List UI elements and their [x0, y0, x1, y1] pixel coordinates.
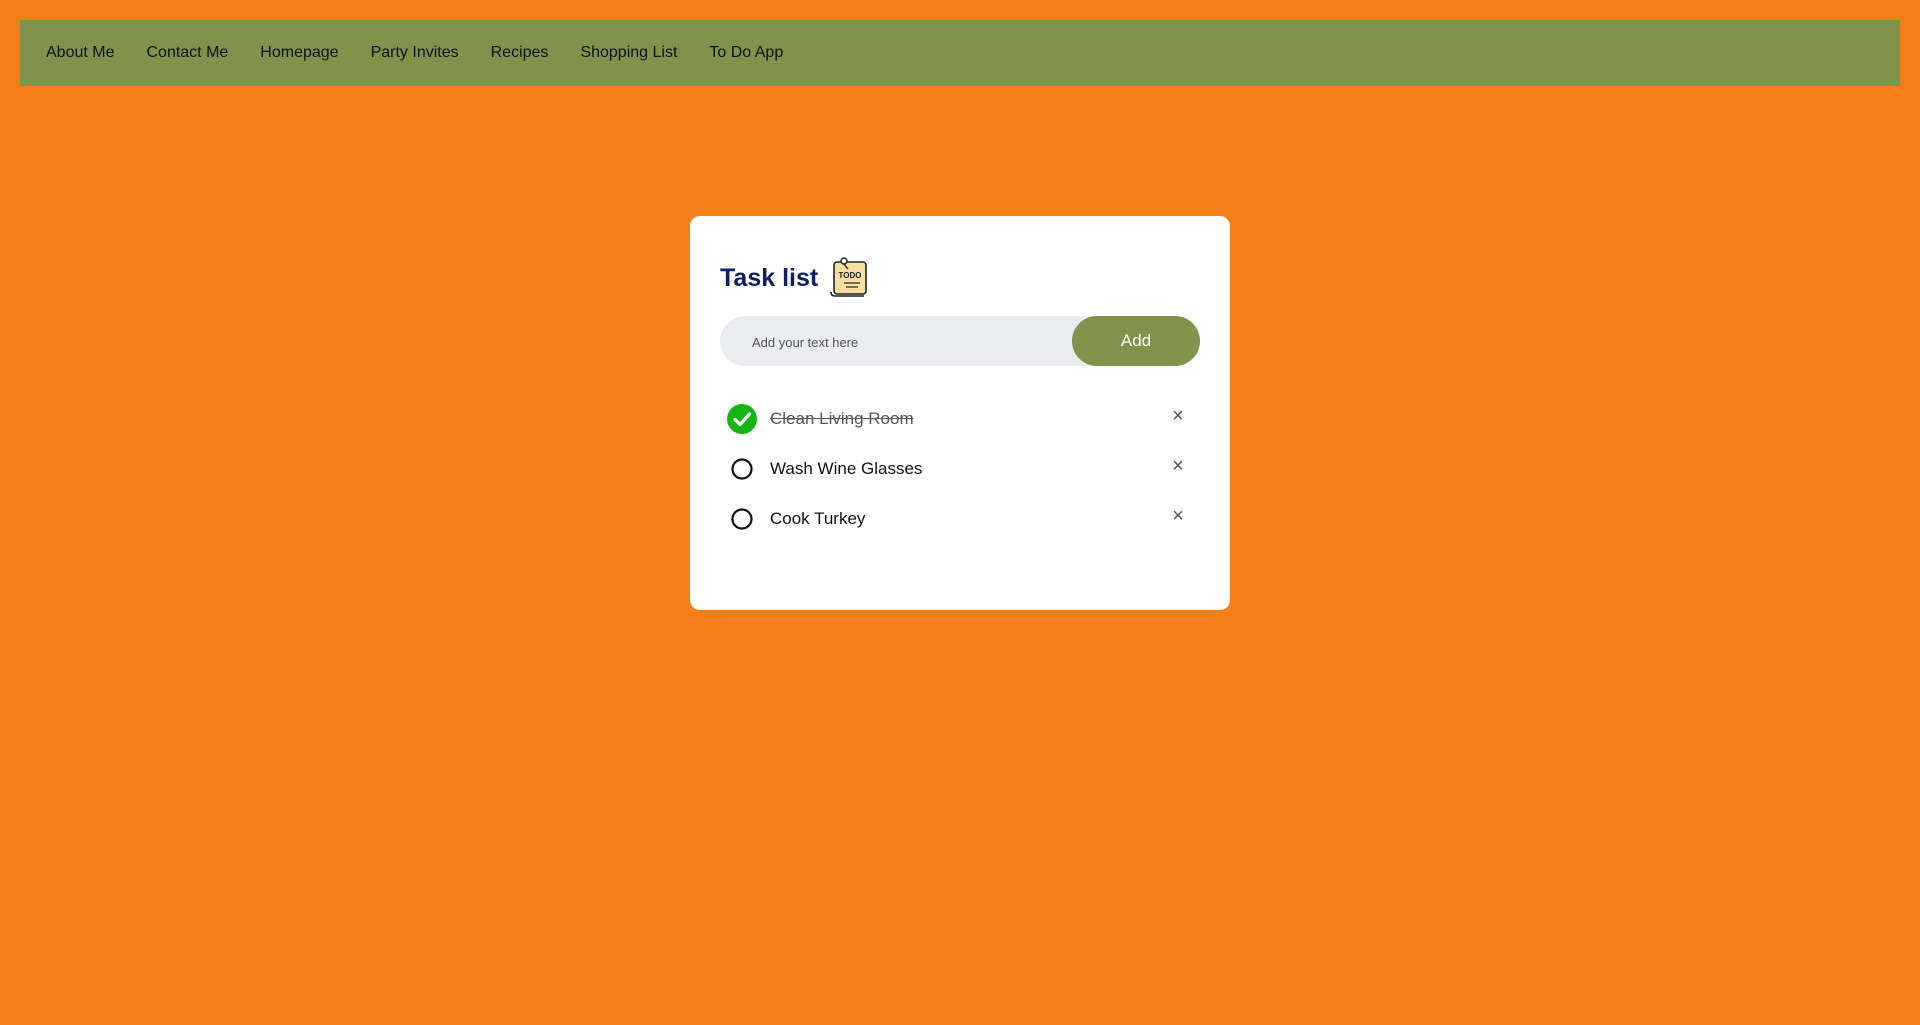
- nav-link-about-me[interactable]: About Me: [46, 44, 114, 62]
- nav-link-contact-me[interactable]: Contact Me: [146, 44, 228, 62]
- unchecked-circle-icon[interactable]: [727, 454, 757, 484]
- svg-text:TODO: TODO: [839, 271, 862, 280]
- nav-link-party-invites[interactable]: Party Invites: [371, 44, 459, 62]
- delete-task-icon[interactable]: ×: [1166, 454, 1190, 478]
- task-input-row: Add: [720, 316, 1200, 368]
- delete-task-icon[interactable]: ×: [1166, 504, 1190, 528]
- task-input[interactable]: [750, 316, 1064, 368]
- task-label: Clean Living Room: [770, 409, 914, 428]
- task-item[interactable]: Wash Wine Glasses ×: [720, 444, 1200, 494]
- task-item[interactable]: Clean Living Room ×: [720, 394, 1200, 444]
- task-list: Clean Living Room × Wash Wine Glasses × …: [720, 394, 1200, 544]
- unchecked-circle-icon[interactable]: [727, 504, 757, 534]
- card-header: Task list TODO: [720, 256, 1200, 300]
- task-item[interactable]: Cook Turkey ×: [720, 494, 1200, 544]
- task-label: Cook Turkey: [770, 509, 866, 528]
- top-navbar: About Me Contact Me Homepage Party Invit…: [20, 20, 1900, 86]
- nav-link-shopping-list[interactable]: Shopping List: [580, 44, 677, 62]
- delete-task-icon[interactable]: ×: [1166, 404, 1190, 428]
- task-list-card: Task list TODO Add Clean L: [690, 216, 1230, 610]
- checked-circle-icon[interactable]: [727, 404, 757, 434]
- task-label: Wash Wine Glasses: [770, 459, 923, 478]
- nav-link-homepage[interactable]: Homepage: [260, 44, 338, 62]
- add-button[interactable]: Add: [1072, 316, 1200, 366]
- nav-link-recipes[interactable]: Recipes: [491, 44, 549, 62]
- nav-link-to-do-app[interactable]: To Do App: [709, 44, 783, 62]
- todo-note-icon: TODO: [828, 256, 872, 300]
- page-title: Task list: [720, 263, 819, 292]
